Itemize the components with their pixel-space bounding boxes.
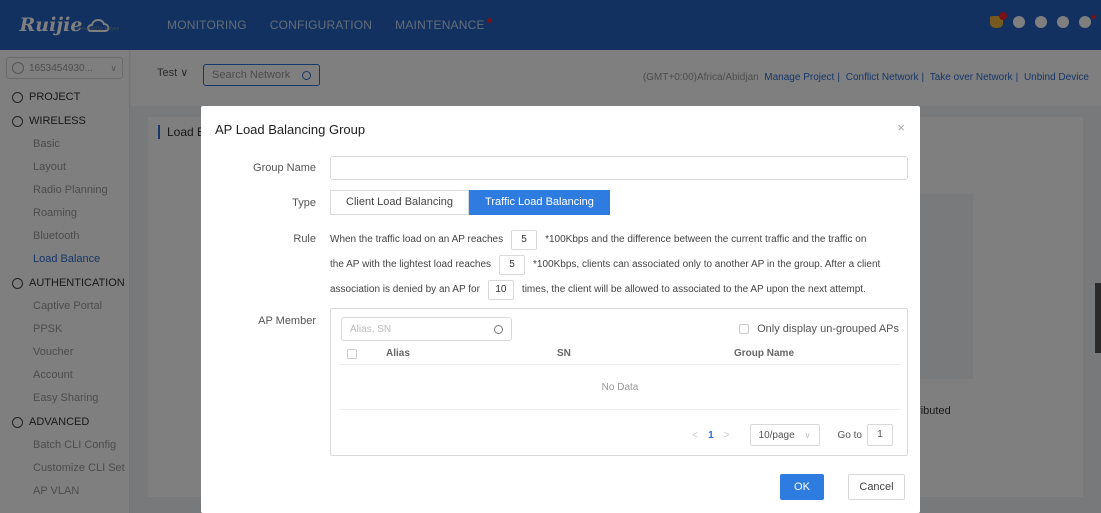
dialog-title: AP Load Balancing Group: [215, 122, 366, 137]
ok-button[interactable]: OK: [780, 474, 824, 500]
page-number[interactable]: 1: [708, 430, 714, 441]
only-ungrouped-label: Only display un-grouped APs: [757, 323, 899, 335]
pagination: < 1 > 10/page ∨ Go to 1: [682, 424, 893, 446]
col-sn: SN: [557, 348, 571, 359]
traffic-threshold-input[interactable]: 5: [511, 229, 538, 250]
type-label: Type: [292, 197, 316, 209]
ap-load-balancing-dialog: AP Load Balancing Group × Group Name Typ…: [201, 106, 920, 513]
cancel-button[interactable]: Cancel: [848, 474, 905, 500]
close-icon[interactable]: ×: [897, 120, 905, 135]
type-traffic-load-balancing[interactable]: Traffic Load Balancing: [469, 190, 610, 215]
ap-member-panel: Alias, SN Only display un-grouped APs Al…: [330, 308, 908, 456]
rule-text: *100Kbps and the difference between the …: [545, 233, 867, 245]
goto-label: Go to: [837, 429, 862, 441]
rule-text: When the traffic load on an AP reaches: [330, 233, 504, 245]
group-name-label: Group Name: [253, 162, 316, 174]
only-ungrouped-checkbox[interactable]: Only display un-grouped APs: [739, 323, 899, 335]
checkbox-icon: [739, 324, 750, 334]
goto-input[interactable]: 1: [867, 424, 893, 446]
next-page-icon[interactable]: >: [724, 430, 730, 441]
rule-line-1: When the traffic load on an AP reaches 5…: [330, 227, 910, 252]
select-all-checkbox[interactable]: [347, 349, 357, 359]
deny-count-input[interactable]: 10: [487, 279, 514, 300]
chevron-down-icon: ∨: [804, 430, 811, 440]
ap-search-placeholder: Alias, SN: [350, 323, 392, 335]
group-name-input[interactable]: [330, 156, 908, 180]
col-alias: Alias: [386, 348, 410, 359]
page-size-select[interactable]: 10/page ∨: [749, 424, 820, 446]
ap-search-input[interactable]: Alias, SN: [341, 317, 512, 341]
rule-description: When the traffic load on an AP reaches 5…: [330, 227, 910, 302]
rule-line-3: association is denied by an AP for 10 ti…: [330, 277, 910, 302]
ap-member-label: AP Member: [258, 315, 316, 327]
rule-text: the AP with the lightest load reaches: [330, 258, 492, 270]
rule-text: association is denied by an AP for: [330, 283, 480, 295]
no-data-text: No Data: [339, 366, 901, 410]
ap-table-header: Alias SN Group Name: [339, 343, 901, 365]
col-group-name: Group Name: [734, 348, 795, 359]
page-size-value: 10/page: [758, 429, 795, 441]
traffic-difference-input[interactable]: 5: [499, 254, 526, 275]
type-client-load-balancing[interactable]: Client Load Balancing: [330, 190, 470, 215]
prev-page-icon[interactable]: <: [692, 430, 698, 441]
rule-line-2: the AP with the lightest load reaches 5 …: [330, 252, 910, 277]
rule-label: Rule: [293, 233, 316, 245]
search-icon: [494, 324, 503, 334]
rule-text: times, the client will be allowed to ass…: [521, 283, 866, 295]
type-segmented-control: Client Load Balancing Traffic Load Balan…: [330, 190, 610, 215]
rule-text: *100Kbps, clients can associated only to…: [533, 258, 881, 270]
